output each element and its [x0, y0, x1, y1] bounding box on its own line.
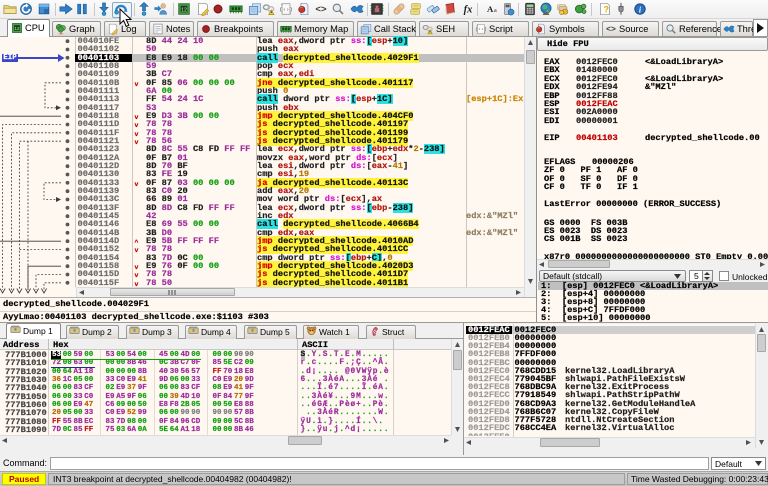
svg-text:12: 12	[181, 7, 187, 13]
svg-text:?: ?	[603, 5, 608, 15]
svg-text:<>: <>	[315, 4, 327, 15]
svg-text:<>: <>	[606, 25, 616, 34]
svg-text:12: 12	[14, 26, 20, 31]
svg-text:fx: fx	[464, 5, 473, 16]
svg-text:(‹›): (‹›)	[475, 27, 487, 33]
svg-text:A: A	[486, 4, 493, 14]
svg-text:(‹›): (‹›)	[279, 6, 293, 13]
svg-text:a: a	[494, 8, 497, 14]
